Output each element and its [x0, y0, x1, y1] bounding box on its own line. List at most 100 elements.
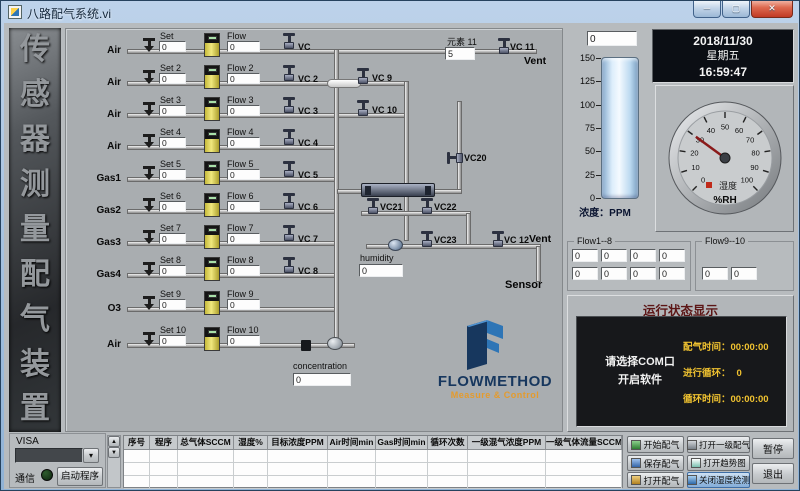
vc-valve-icon[interactable] — [283, 257, 295, 273]
open-gas-button[interactable]: 打开配气 — [627, 472, 684, 488]
start-gas-button[interactable]: 开始配气 — [627, 436, 684, 453]
svg-text:90: 90 — [750, 163, 758, 172]
gas-label: Air — [73, 109, 121, 120]
inlet-valve-icon[interactable] — [143, 332, 155, 346]
col-header: 一级混气浓度PPM — [468, 436, 546, 450]
flow-label: Flow 9 — [227, 289, 267, 299]
minimize-button[interactable]: ─ — [693, 1, 721, 18]
inlet-valve-icon[interactable] — [143, 262, 155, 276]
set-label: Set 6 — [160, 191, 192, 201]
vc9-valve-icon[interactable] — [357, 68, 369, 84]
pause-button[interactable]: 暂停 — [752, 438, 794, 459]
inlet-valve-icon[interactable] — [143, 296, 155, 310]
vc-valve-icon[interactable] — [283, 33, 295, 49]
scroll-up-button[interactable]: ▲ — [108, 436, 120, 447]
element11-input[interactable]: 5 — [445, 47, 475, 60]
flow-display-5: 0 — [572, 267, 598, 280]
program-table[interactable]: 序号 程序 总气体SCCM 湿度% 目标浓度PPM Air时间min Gas时间… — [123, 435, 623, 488]
gas-label: O3 — [73, 303, 121, 314]
flow-indicator: 0 — [227, 105, 260, 116]
vc12-valve-icon[interactable] — [492, 231, 504, 247]
flow-display-10: 0 — [731, 267, 757, 280]
vc23-label: VC23 — [434, 235, 457, 245]
vc11-label: VC 11 — [510, 42, 535, 52]
inlet-valve-icon[interactable] — [143, 134, 155, 148]
inlet-valve-icon[interactable] — [143, 166, 155, 180]
inlet-valve-icon[interactable] — [143, 70, 155, 84]
set-input[interactable]: 0 — [159, 201, 186, 212]
flow-label: Flow 10 — [227, 325, 267, 335]
vc-valve-icon[interactable] — [283, 129, 295, 145]
vc-valve-icon[interactable] — [283, 97, 295, 113]
vc20-valve-icon[interactable] — [447, 152, 463, 164]
vc-valve-icon[interactable] — [283, 65, 295, 81]
time-text: 16:59:47 — [653, 64, 793, 80]
set-input[interactable]: 0 — [159, 169, 186, 180]
inlet-valve-icon[interactable] — [143, 198, 155, 212]
col-header: 循环次数 — [428, 436, 468, 450]
set-input[interactable]: 0 — [159, 41, 186, 52]
vc-valve-icon[interactable] — [283, 225, 295, 241]
close-button[interactable]: ✕ — [751, 1, 793, 18]
comm-led — [41, 469, 53, 481]
svg-text:100: 100 — [741, 175, 754, 184]
set-input[interactable]: 0 — [159, 299, 186, 310]
set-input[interactable]: 0 — [159, 137, 186, 148]
flow-display-8: 0 — [659, 267, 685, 280]
vc22-valve-icon[interactable] — [421, 198, 433, 214]
set-input[interactable]: 0 — [159, 105, 186, 116]
vc23-valve-icon[interactable] — [421, 231, 433, 247]
flow18-label: Flow1--8 — [574, 236, 615, 246]
pipe — [334, 49, 339, 347]
visa-dropdown-button[interactable]: ▾ — [83, 448, 99, 463]
open-trend-button[interactable]: 打开趋势图 — [687, 455, 750, 471]
scroll-down-button[interactable]: ▼ — [108, 447, 120, 458]
flow-label: Flow 4 — [227, 127, 267, 137]
table-row[interactable] — [124, 450, 622, 463]
gas-row-1: Air Set 0 Flow 0 VC — [65, 36, 563, 66]
visa-resource-input[interactable] — [15, 448, 83, 463]
start-gas-icon — [631, 440, 641, 450]
set-label: Set 9 — [160, 289, 192, 299]
table-row[interactable] — [124, 476, 622, 489]
humidity-indicator: 0 — [359, 264, 403, 277]
flow-indicator: 0 — [227, 169, 260, 180]
set-label: Set 4 — [160, 127, 192, 137]
exit-button[interactable]: 退出 — [752, 463, 794, 484]
vc-valve-icon[interactable] — [283, 161, 295, 177]
inlet-valve-icon[interactable] — [143, 102, 155, 116]
gas-row-5: Gas1 Set 5 0 Flow 5 0 VC 5 — [65, 164, 563, 194]
col-header: 程序 — [150, 436, 178, 450]
vc21-valve-icon[interactable] — [367, 198, 379, 214]
vc-label: VC 8 — [298, 266, 318, 276]
vc10-valve-icon[interactable] — [357, 100, 369, 116]
datetime-display: 2018/11/30 星期五 16:59:47 — [652, 29, 794, 83]
inlet-valve-icon[interactable] — [143, 230, 155, 244]
tank-tick: 150 — [567, 53, 595, 63]
title-bar[interactable]: 八路配气系统.vi ─ ▢ ✕ — [1, 1, 799, 23]
gas-row-4: Air Set 4 0 Flow 4 0 VC 4 — [65, 132, 563, 162]
vc11-valve-icon[interactable] — [498, 38, 510, 54]
table-scrollbar[interactable]: ▲ ▼ — [107, 435, 121, 488]
vc-valve-icon[interactable] — [283, 193, 295, 209]
maximize-button[interactable]: ▢ — [722, 1, 750, 18]
flow-indicator: 0 — [227, 335, 260, 346]
set-input[interactable]: 0 — [159, 233, 186, 244]
set-input[interactable]: 0 — [159, 265, 186, 276]
save-gas-button[interactable]: 保存配气 — [627, 455, 684, 471]
start-program-button[interactable]: 启动程序 — [57, 467, 103, 486]
gas-label: Air — [73, 339, 121, 350]
open-level1-button[interactable]: 打开一级配气 — [687, 436, 750, 453]
table-row[interactable] — [124, 463, 622, 476]
gas-label: Gas3 — [73, 237, 121, 248]
set-input[interactable]: 0 — [159, 73, 186, 84]
set-input[interactable]: 0 — [159, 335, 186, 346]
vc10-label: VC 10 — [372, 105, 397, 115]
pipe — [457, 101, 462, 193]
status-message-line2: 开启软件 — [585, 371, 695, 387]
close-humidity-button[interactable]: 关闭湿度检测 — [687, 472, 750, 488]
flow-indicator: 0 — [227, 265, 260, 276]
gas-time-row: 配气时间：00:00:00 — [683, 339, 769, 353]
inlet-valve-icon[interactable] — [143, 38, 155, 52]
sensor-label: Sensor — [505, 279, 542, 291]
